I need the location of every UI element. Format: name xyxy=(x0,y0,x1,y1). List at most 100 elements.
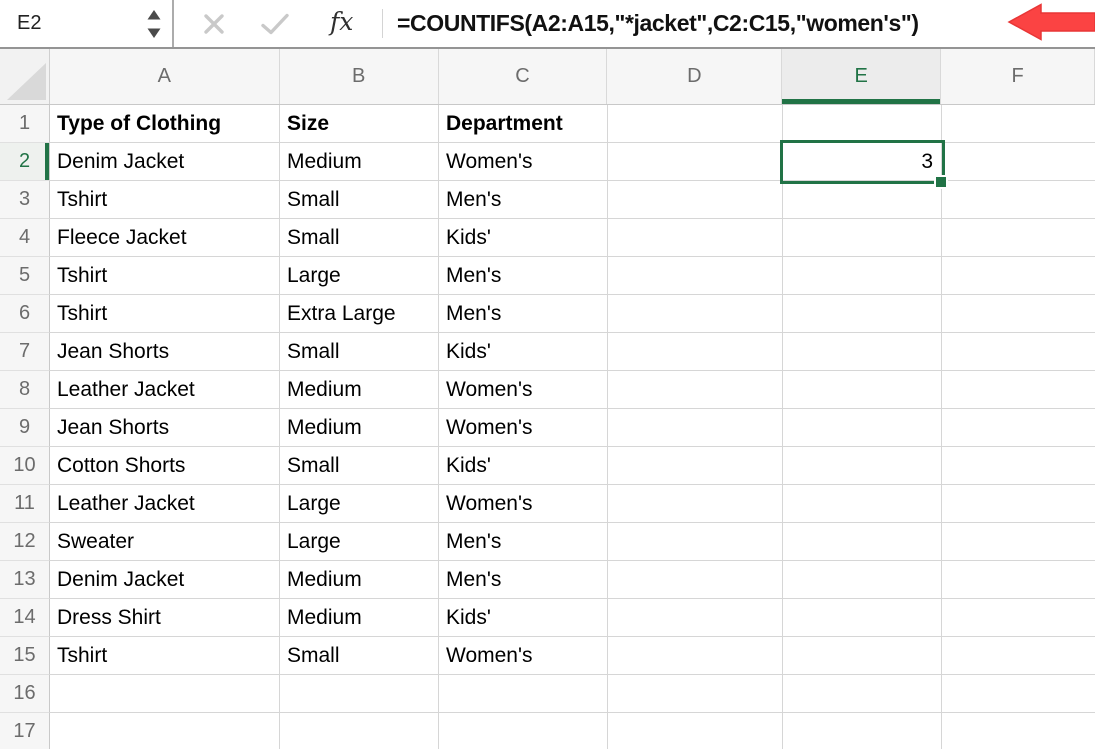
cell-C13[interactable]: Men's xyxy=(439,561,608,599)
cell-D12[interactable] xyxy=(608,523,783,561)
cell-D11[interactable] xyxy=(608,485,783,523)
cell-D8[interactable] xyxy=(608,371,783,409)
row-header-15[interactable]: 15 xyxy=(0,637,50,675)
cell-E1[interactable] xyxy=(783,105,942,143)
cell-F1[interactable] xyxy=(942,105,1095,143)
enter-checkmark-icon[interactable] xyxy=(260,13,290,35)
cell-C16[interactable] xyxy=(439,675,608,713)
cell-F13[interactable] xyxy=(942,561,1095,599)
column-header-B[interactable]: B xyxy=(280,49,439,104)
cell-C6[interactable]: Men's xyxy=(439,295,608,333)
cell-C10[interactable]: Kids' xyxy=(439,447,608,485)
row-header-11[interactable]: 11 xyxy=(0,485,50,523)
cell-C11[interactable]: Women's xyxy=(439,485,608,523)
cell-B17[interactable] xyxy=(280,713,439,749)
cell-B13[interactable]: Medium xyxy=(280,561,439,599)
formula-input[interactable]: =COUNTIFS(A2:A15,"*jacket",C2:C15,"women… xyxy=(397,0,919,47)
cell-B2[interactable]: Medium xyxy=(280,143,439,181)
cell-A2[interactable]: Denim Jacket xyxy=(50,143,280,181)
cell-C8[interactable]: Women's xyxy=(439,371,608,409)
cell-A12[interactable]: Sweater xyxy=(50,523,280,561)
cell-A6[interactable]: Tshirt xyxy=(50,295,280,333)
cell-A1[interactable]: Type of Clothing xyxy=(50,105,280,143)
cell-F14[interactable] xyxy=(942,599,1095,637)
row-header-2[interactable]: 2 xyxy=(0,143,50,181)
cell-F7[interactable] xyxy=(942,333,1095,371)
row-header-8[interactable]: 8 xyxy=(0,371,50,409)
row-header-7[interactable]: 7 xyxy=(0,333,50,371)
cell-A3[interactable]: Tshirt xyxy=(50,181,280,219)
cell-B16[interactable] xyxy=(280,675,439,713)
cell-C5[interactable]: Men's xyxy=(439,257,608,295)
column-header-E[interactable]: E xyxy=(782,49,941,104)
cell-F15[interactable] xyxy=(942,637,1095,675)
insert-function-icon[interactable]: fx xyxy=(330,7,353,36)
cell-A10[interactable]: Cotton Shorts xyxy=(50,447,280,485)
cell-F17[interactable] xyxy=(942,713,1095,749)
row-header-10[interactable]: 10 xyxy=(0,447,50,485)
cell-C9[interactable]: Women's xyxy=(439,409,608,447)
cell-D1[interactable] xyxy=(608,105,783,143)
name-box[interactable]: E2 xyxy=(17,0,41,47)
cell-E12[interactable] xyxy=(783,523,942,561)
cell-E14[interactable] xyxy=(783,599,942,637)
cell-F10[interactable] xyxy=(942,447,1095,485)
cell-A7[interactable]: Jean Shorts xyxy=(50,333,280,371)
cell-E3[interactable] xyxy=(783,181,942,219)
cell-D15[interactable] xyxy=(608,637,783,675)
cell-D10[interactable] xyxy=(608,447,783,485)
cell-F8[interactable] xyxy=(942,371,1095,409)
cell-D6[interactable] xyxy=(608,295,783,333)
name-box-stepper-icon[interactable] xyxy=(146,8,162,40)
cell-C3[interactable]: Men's xyxy=(439,181,608,219)
cell-E7[interactable] xyxy=(783,333,942,371)
row-header-16[interactable]: 16 xyxy=(0,675,50,713)
cell-E11[interactable] xyxy=(783,485,942,523)
cell-F9[interactable] xyxy=(942,409,1095,447)
cell-D16[interactable] xyxy=(608,675,783,713)
cell-B15[interactable]: Small xyxy=(280,637,439,675)
cell-A8[interactable]: Leather Jacket xyxy=(50,371,280,409)
cell-E2[interactable]: 3 xyxy=(783,143,942,181)
cell-F11[interactable] xyxy=(942,485,1095,523)
cell-D13[interactable] xyxy=(608,561,783,599)
cell-A13[interactable]: Denim Jacket xyxy=(50,561,280,599)
fill-handle[interactable] xyxy=(936,177,946,187)
cell-F4[interactable] xyxy=(942,219,1095,257)
cell-E4[interactable] xyxy=(783,219,942,257)
cell-A17[interactable] xyxy=(50,713,280,749)
cell-C15[interactable]: Women's xyxy=(439,637,608,675)
cancel-icon[interactable] xyxy=(202,12,226,36)
cell-E6[interactable] xyxy=(783,295,942,333)
cell-D3[interactable] xyxy=(608,181,783,219)
cell-F5[interactable] xyxy=(942,257,1095,295)
row-header-9[interactable]: 9 xyxy=(0,409,50,447)
cell-E9[interactable] xyxy=(783,409,942,447)
row-header-17[interactable]: 17 xyxy=(0,713,50,749)
row-header-5[interactable]: 5 xyxy=(0,257,50,295)
column-header-F[interactable]: F xyxy=(941,49,1095,104)
cell-F3[interactable] xyxy=(942,181,1095,219)
cell-E17[interactable] xyxy=(783,713,942,749)
column-header-A[interactable]: A xyxy=(50,49,280,104)
cell-D7[interactable] xyxy=(608,333,783,371)
cell-A9[interactable]: Jean Shorts xyxy=(50,409,280,447)
cell-C1[interactable]: Department xyxy=(439,105,608,143)
cell-C14[interactable]: Kids' xyxy=(439,599,608,637)
cell-E8[interactable] xyxy=(783,371,942,409)
cell-A15[interactable]: Tshirt xyxy=(50,637,280,675)
row-header-1[interactable]: 1 xyxy=(0,105,50,143)
cell-D9[interactable] xyxy=(608,409,783,447)
cell-B7[interactable]: Small xyxy=(280,333,439,371)
cell-D5[interactable] xyxy=(608,257,783,295)
row-header-3[interactable]: 3 xyxy=(0,181,50,219)
cell-D17[interactable] xyxy=(608,713,783,749)
cell-B9[interactable]: Medium xyxy=(280,409,439,447)
cell-F16[interactable] xyxy=(942,675,1095,713)
column-header-C[interactable]: C xyxy=(439,49,608,104)
cell-C2[interactable]: Women's xyxy=(439,143,608,181)
cell-B10[interactable]: Small xyxy=(280,447,439,485)
cell-A4[interactable]: Fleece Jacket xyxy=(50,219,280,257)
cell-F2[interactable] xyxy=(942,143,1095,181)
cell-B12[interactable]: Large xyxy=(280,523,439,561)
